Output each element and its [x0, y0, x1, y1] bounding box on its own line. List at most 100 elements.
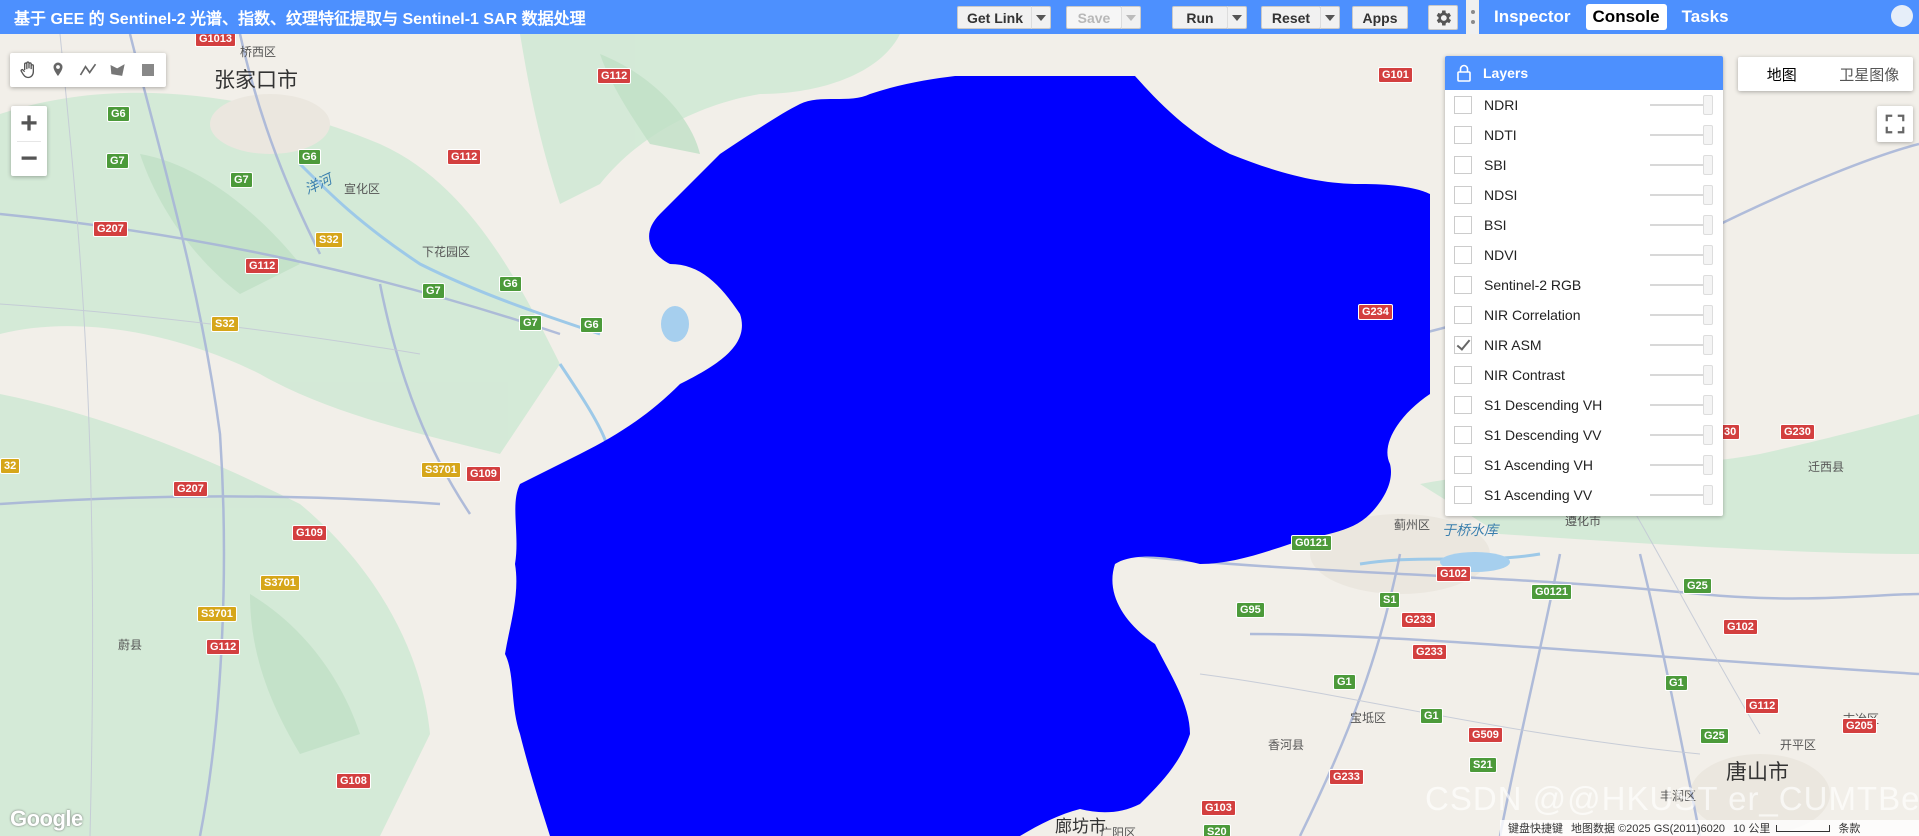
- road-shield: G0121: [1291, 535, 1333, 551]
- polygon-draw-tool[interactable]: [103, 55, 133, 85]
- place-label: 开平区: [1780, 738, 1817, 752]
- layer-name: NDRI: [1484, 97, 1519, 113]
- lock-icon[interactable]: [1457, 64, 1471, 82]
- road-shield: G1013: [195, 34, 237, 47]
- layer-opacity-slider[interactable]: [1703, 305, 1713, 325]
- road-shield: G207: [93, 221, 128, 237]
- layer-opacity-slider[interactable]: [1703, 395, 1713, 415]
- apps-button[interactable]: Apps: [1352, 6, 1408, 29]
- road-shield: G1: [1420, 708, 1443, 724]
- layer-row: S1 Descending VH: [1445, 390, 1723, 420]
- account-avatar-icon[interactable]: [1891, 5, 1913, 27]
- layer-opacity-track: [1650, 194, 1705, 196]
- tab-tasks[interactable]: Tasks: [1675, 4, 1736, 30]
- pan-hand-tool[interactable]: [13, 55, 43, 85]
- road-shield: G103: [1201, 800, 1236, 816]
- layer-opacity-slider[interactable]: [1703, 155, 1713, 175]
- layer-row: Sentinel-2 RGB: [1445, 270, 1723, 300]
- layer-row: BSI: [1445, 210, 1723, 240]
- layer-opacity-slider[interactable]: [1703, 335, 1713, 355]
- road-shield: G0121: [1531, 584, 1573, 600]
- layer-visibility-checkbox[interactable]: [1454, 246, 1472, 264]
- terms-link[interactable]: 条款: [1838, 820, 1860, 836]
- road-shield: G95: [1236, 602, 1265, 618]
- road-shield: S32: [211, 316, 239, 332]
- rectangle-icon: [142, 64, 154, 76]
- road-shield: G233: [1401, 612, 1436, 628]
- layer-opacity-slider[interactable]: [1703, 185, 1713, 205]
- road-shield: G1: [1333, 674, 1356, 690]
- get-link-button[interactable]: Get Link: [957, 6, 1033, 29]
- layer-visibility-checkbox[interactable]: [1454, 156, 1472, 174]
- layer-visibility-checkbox[interactable]: [1454, 306, 1472, 324]
- layer-visibility-checkbox[interactable]: [1454, 366, 1472, 384]
- layer-opacity-track: [1650, 434, 1705, 436]
- layer-opacity-slider[interactable]: [1703, 455, 1713, 475]
- road-shield: 32: [0, 458, 21, 474]
- layer-visibility-checkbox[interactable]: [1454, 216, 1472, 234]
- tab-console[interactable]: Console: [1585, 4, 1667, 30]
- layer-visibility-checkbox[interactable]: [1454, 396, 1472, 414]
- keyboard-shortcuts-link[interactable]: 键盘快捷键: [1508, 820, 1563, 836]
- road-shield: S32: [315, 232, 343, 248]
- road-shield: G207: [173, 481, 208, 497]
- layer-opacity-slider[interactable]: [1703, 95, 1713, 115]
- zoom-out-button[interactable]: −: [11, 141, 47, 176]
- map-type-satellite-button[interactable]: 卫星图像: [1826, 64, 1914, 85]
- layer-visibility-checkbox[interactable]: [1454, 276, 1472, 294]
- layer-opacity-slider[interactable]: [1703, 275, 1713, 295]
- panel-resize-handle[interactable]: [1469, 0, 1477, 34]
- reset-dropdown[interactable]: [1320, 6, 1340, 29]
- watermark-text: CSDN @@HKUST er_CUMTBer: [1425, 780, 1919, 817]
- layer-visibility-checkbox[interactable]: [1454, 186, 1472, 204]
- layer-opacity-track: [1650, 464, 1705, 466]
- road-shield: G7: [106, 153, 129, 169]
- settings-button[interactable]: [1428, 5, 1458, 30]
- layer-name: NDSI: [1484, 187, 1518, 203]
- tab-inspector[interactable]: Inspector: [1487, 4, 1578, 30]
- layer-opacity-slider[interactable]: [1703, 245, 1713, 265]
- layer-opacity-slider[interactable]: [1703, 485, 1713, 505]
- layer-opacity-slider[interactable]: [1703, 425, 1713, 445]
- get-link-dropdown[interactable]: [1031, 6, 1051, 29]
- layer-opacity-slider[interactable]: [1703, 365, 1713, 385]
- region-polygon: [505, 76, 1430, 836]
- layer-name: BSI: [1484, 217, 1507, 233]
- layer-opacity-track: [1650, 164, 1705, 166]
- layer-row: S1 Descending VV: [1445, 420, 1723, 450]
- layer-name: S1 Descending VH: [1484, 397, 1603, 413]
- layer-visibility-checkbox[interactable]: [1454, 456, 1472, 474]
- layer-visibility-checkbox[interactable]: [1454, 96, 1472, 114]
- road-shield: G112: [206, 639, 241, 655]
- save-button[interactable]: Save: [1066, 6, 1122, 29]
- line-draw-tool[interactable]: [73, 55, 103, 85]
- layer-row: NIR Correlation: [1445, 300, 1723, 330]
- layer-visibility-checkbox[interactable]: [1454, 126, 1472, 144]
- road-shield: S3701: [421, 462, 461, 478]
- map-canvas[interactable]: 张家口市 唐山市 廊坊市 桥西区 宣化区 下花园区 蔚县 蓟州区 遵化市 迁西县…: [0, 34, 1919, 836]
- script-title[interactable]: 基于 GEE 的 Sentinel-2 光谱、指数、纹理特征提取与 Sentin…: [14, 5, 586, 29]
- layer-row: NDVI: [1445, 240, 1723, 270]
- scale-label[interactable]: 10 公里: [1733, 820, 1770, 836]
- layer-opacity-track: [1650, 134, 1705, 136]
- zoom-in-button[interactable]: +: [11, 106, 47, 141]
- rectangle-draw-tool[interactable]: [133, 55, 163, 85]
- road-shield: G233: [1329, 769, 1364, 785]
- point-marker-tool[interactable]: [43, 55, 73, 85]
- road-shield: G25: [1683, 578, 1712, 594]
- layer-name: S1 Ascending VH: [1484, 457, 1593, 473]
- run-button[interactable]: Run: [1172, 6, 1228, 29]
- fullscreen-button[interactable]: [1877, 106, 1913, 142]
- hand-icon: [20, 61, 34, 79]
- layer-visibility-checkbox[interactable]: [1454, 336, 1472, 354]
- reset-button[interactable]: Reset: [1261, 6, 1321, 29]
- run-dropdown[interactable]: [1227, 6, 1247, 29]
- road-shield: G233: [1412, 644, 1447, 660]
- layer-name: NIR ASM: [1484, 337, 1542, 353]
- layer-opacity-slider[interactable]: [1703, 125, 1713, 145]
- layer-visibility-checkbox[interactable]: [1454, 426, 1472, 444]
- layer-opacity-slider[interactable]: [1703, 215, 1713, 235]
- map-type-map-button[interactable]: 地图: [1738, 64, 1826, 85]
- layer-visibility-checkbox[interactable]: [1454, 486, 1472, 504]
- save-dropdown[interactable]: [1121, 6, 1141, 29]
